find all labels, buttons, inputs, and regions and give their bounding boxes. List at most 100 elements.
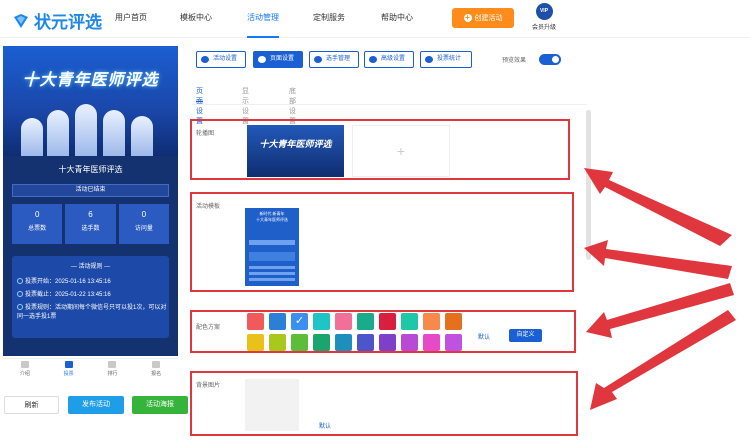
stats-row: 0 总票数 6 选手数 0 访问量 — [12, 204, 169, 244]
arrow-pointing-carousel — [584, 168, 732, 246]
color-swatch[interactable] — [379, 313, 396, 330]
plus-circle-icon: + — [463, 13, 472, 22]
color-swatch[interactable] — [379, 334, 396, 351]
color-swatch[interactable] — [269, 313, 286, 330]
arrow-pointing-template — [584, 240, 732, 279]
users-icon — [314, 56, 322, 63]
doctor-figure — [47, 110, 69, 156]
color-swatch[interactable] — [335, 313, 352, 330]
refresh-button[interactable]: 刷新 — [4, 396, 59, 414]
color-swatch[interactable] — [357, 334, 374, 351]
nav-help[interactable]: 帮助中心 — [381, 0, 413, 36]
create-activity-button[interactable]: + 创建活动 — [452, 8, 514, 28]
color-swatch[interactable] — [445, 334, 462, 351]
color-swatch[interactable] — [247, 313, 264, 330]
arrow-pointing-color-scheme — [586, 283, 734, 338]
preview-tab-signup[interactable]: 报名 — [134, 359, 178, 380]
color-swatch[interactable] — [423, 313, 440, 330]
stat-label: 总票数 — [28, 226, 47, 232]
stat-label: 访问量 — [134, 226, 153, 232]
color-scheme-section: 配色方案 ✓ 默认 自定义 — [190, 310, 576, 353]
preview-tab-rank[interactable]: 排行 — [91, 359, 135, 380]
divider — [192, 104, 587, 105]
rule-start: 投票开始：2025-01-16 13:45:16 — [17, 278, 167, 287]
rule-text: 投票截止：2025-01-22 13:45:16 — [25, 292, 111, 298]
template-thumbnail-title: 新时代 新青年 十大青年医师评选 — [256, 211, 288, 222]
settings-icon — [201, 56, 209, 63]
custom-color-button[interactable]: 自定义 — [509, 329, 542, 342]
color-swatch[interactable] — [313, 334, 330, 351]
default-color-option[interactable]: 默认 — [478, 332, 490, 341]
color-swatch[interactable] — [269, 334, 286, 351]
template-thumbnail[interactable]: 新时代 新青年 十大青年医师评选 — [245, 208, 299, 286]
tab-label: 高级设置 — [381, 56, 406, 62]
preview-tab-vote[interactable]: 投票 — [47, 359, 91, 380]
arrow-pointing-background — [590, 310, 736, 410]
template-bar — [249, 266, 295, 269]
background-image-section: 背景图片 默认 — [190, 371, 578, 436]
stat-total-votes: 0 总票数 — [12, 204, 63, 244]
tab-activity-settings[interactable]: 活动设置 — [196, 51, 246, 68]
color-swatch[interactable]: ✓ — [291, 313, 308, 330]
template-section: 活动模板 新时代 新青年 十大青年医师评选 — [190, 192, 574, 292]
tab-label: 页面设置 — [270, 56, 295, 62]
stat-value: 0 — [34, 210, 40, 219]
poster-button[interactable]: 活动海报 — [132, 396, 188, 414]
vote-icon — [64, 361, 73, 368]
nav-templates[interactable]: 模板中心 — [180, 0, 212, 36]
publish-button[interactable]: 发布活动 — [68, 396, 124, 414]
scrollbar[interactable] — [586, 110, 591, 260]
rule-text: 投票规则：活动期间每个微信号只可以投1次，可以对同一选手投1票 — [17, 305, 167, 320]
nav-home[interactable]: 用户首页 — [115, 0, 147, 36]
preview-tab-label: 介绍 — [19, 371, 30, 377]
color-swatch[interactable] — [445, 313, 462, 330]
default-background-option[interactable]: 默认 — [319, 421, 331, 430]
bar-chart-icon — [425, 56, 433, 63]
color-swatch[interactable] — [291, 334, 308, 351]
color-swatch[interactable] — [335, 334, 352, 351]
color-swatch[interactable] — [313, 313, 330, 330]
rule-text: 投票开始：2025-01-16 13:45:16 — [25, 279, 111, 285]
template-bar — [249, 252, 295, 261]
subtab-footer-settings[interactable]: 底部设置 — [289, 86, 296, 125]
preview-tab-intro[interactable]: 介绍 — [3, 359, 47, 380]
color-swatch[interactable] — [357, 313, 374, 330]
color-swatch[interactable] — [401, 334, 418, 351]
brand-name: 状元评选 — [34, 13, 102, 33]
preview-tab-label: 排行 — [107, 371, 118, 377]
background-upload[interactable] — [245, 379, 299, 431]
tab-vote-stats[interactable]: 投票统计 — [420, 51, 472, 68]
stat-value: 6 — [88, 210, 93, 219]
carousel-image[interactable]: 十大青年医师评选 — [247, 125, 344, 177]
intro-icon — [20, 361, 29, 368]
template-label: 活动模板 — [196, 204, 221, 210]
tab-label: 选手管理 — [326, 56, 351, 62]
doctor-figure — [75, 104, 97, 156]
nav-custom-service[interactable]: 定制服务 — [313, 0, 345, 36]
color-swatch[interactable] — [423, 334, 440, 351]
preview-tab-label: 报名 — [151, 371, 162, 377]
flag-icon — [152, 361, 161, 368]
preview-tab-bar: 介绍 投票 排行 报名 — [3, 358, 178, 380]
add-carousel-button[interactable]: + — [352, 125, 450, 177]
top-bar: 状元评选 用户首页 模板中心 活动管理 定制服务 帮助中心 + 创建活动 VIP… — [0, 0, 750, 38]
doctor-figure — [21, 118, 43, 156]
nav-activity-management[interactable]: 活动管理 — [247, 0, 279, 38]
brand-logo[interactable]: 状元评选 — [12, 8, 102, 33]
tab-page-settings[interactable]: 页面设置 — [253, 51, 303, 68]
color-swatch[interactable] — [401, 313, 418, 330]
trophy-icon — [108, 361, 117, 368]
tab-advanced-settings[interactable]: 高级设置 — [364, 51, 414, 68]
subtab-page-settings[interactable]: 页面设置 — [196, 86, 203, 125]
subtab-display-settings[interactable]: 显示设置 — [242, 86, 249, 125]
rules-panel: — 活动规则 — 投票开始：2025-01-16 13:45:16 投票截止：2… — [12, 256, 169, 338]
rule-voting: 投票规则：活动期间每个微信号只可以投1次，可以对同一选手投1票 — [17, 304, 167, 322]
preview-effect-label: 预览效果 — [502, 58, 527, 64]
preview-effect-toggle[interactable] — [539, 54, 561, 65]
vip-upgrade[interactable]: VIP 会员升级 — [530, 3, 558, 35]
create-activity-label: 创建活动 — [474, 15, 503, 22]
banner-title: 十大青年医师评选 — [22, 72, 159, 89]
tab-contestant-management[interactable]: 选手管理 — [309, 51, 359, 68]
color-swatch[interactable] — [247, 334, 264, 351]
logo-icon — [14, 13, 28, 28]
